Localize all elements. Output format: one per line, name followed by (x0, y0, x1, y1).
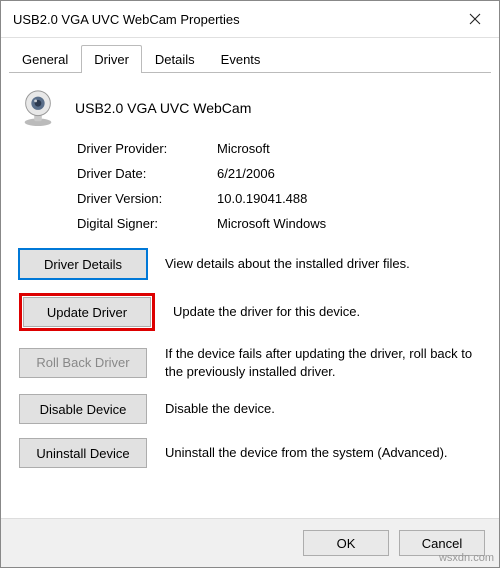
version-label: Driver Version: (77, 191, 217, 206)
dialog-footer: OK Cancel (1, 518, 499, 567)
disable-device-desc: Disable the device. (165, 400, 481, 418)
signer-label: Digital Signer: (77, 216, 217, 231)
device-name: USB2.0 VGA UVC WebCam (75, 100, 251, 116)
disable-device-button[interactable]: Disable Device (19, 394, 147, 424)
update-driver-button[interactable]: Update Driver (23, 297, 151, 327)
ok-button[interactable]: OK (303, 530, 389, 556)
watermark: wsxdn.com (439, 552, 494, 564)
roll-back-driver-desc: If the device fails after updating the d… (165, 345, 481, 380)
provider-label: Driver Provider: (77, 141, 217, 156)
close-button[interactable] (455, 1, 495, 37)
driver-properties: Driver Provider:Microsoft Driver Date:6/… (77, 141, 481, 231)
provider-value: Microsoft (217, 141, 270, 156)
tab-general[interactable]: General (9, 45, 81, 73)
highlight-update-driver: Update Driver (19, 293, 155, 331)
device-header: USB2.0 VGA UVC WebCam (19, 89, 481, 127)
tab-events[interactable]: Events (208, 45, 274, 73)
uninstall-device-desc: Uninstall the device from the system (Ad… (165, 444, 481, 462)
tab-details[interactable]: Details (142, 45, 208, 73)
tab-strip: General Driver Details Events (1, 38, 499, 72)
tab-driver[interactable]: Driver (81, 45, 142, 73)
webcam-icon (19, 89, 57, 127)
tab-body-driver: USB2.0 VGA UVC WebCam Driver Provider:Mi… (1, 73, 499, 518)
date-value: 6/21/2006 (217, 166, 275, 181)
update-driver-desc: Update the driver for this device. (173, 303, 481, 321)
driver-details-button[interactable]: Driver Details (19, 249, 147, 279)
signer-value: Microsoft Windows (217, 216, 326, 231)
driver-actions: Driver Details View details about the in… (19, 249, 481, 468)
version-value: 10.0.19041.488 (217, 191, 307, 206)
date-label: Driver Date: (77, 166, 217, 181)
close-icon (469, 13, 481, 25)
uninstall-device-button[interactable]: Uninstall Device (19, 438, 147, 468)
titlebar: USB2.0 VGA UVC WebCam Properties (1, 1, 499, 38)
properties-dialog: USB2.0 VGA UVC WebCam Properties General… (0, 0, 500, 568)
roll-back-driver-button: Roll Back Driver (19, 348, 147, 378)
window-title: USB2.0 VGA UVC WebCam Properties (13, 12, 240, 27)
driver-details-desc: View details about the installed driver … (165, 255, 481, 273)
